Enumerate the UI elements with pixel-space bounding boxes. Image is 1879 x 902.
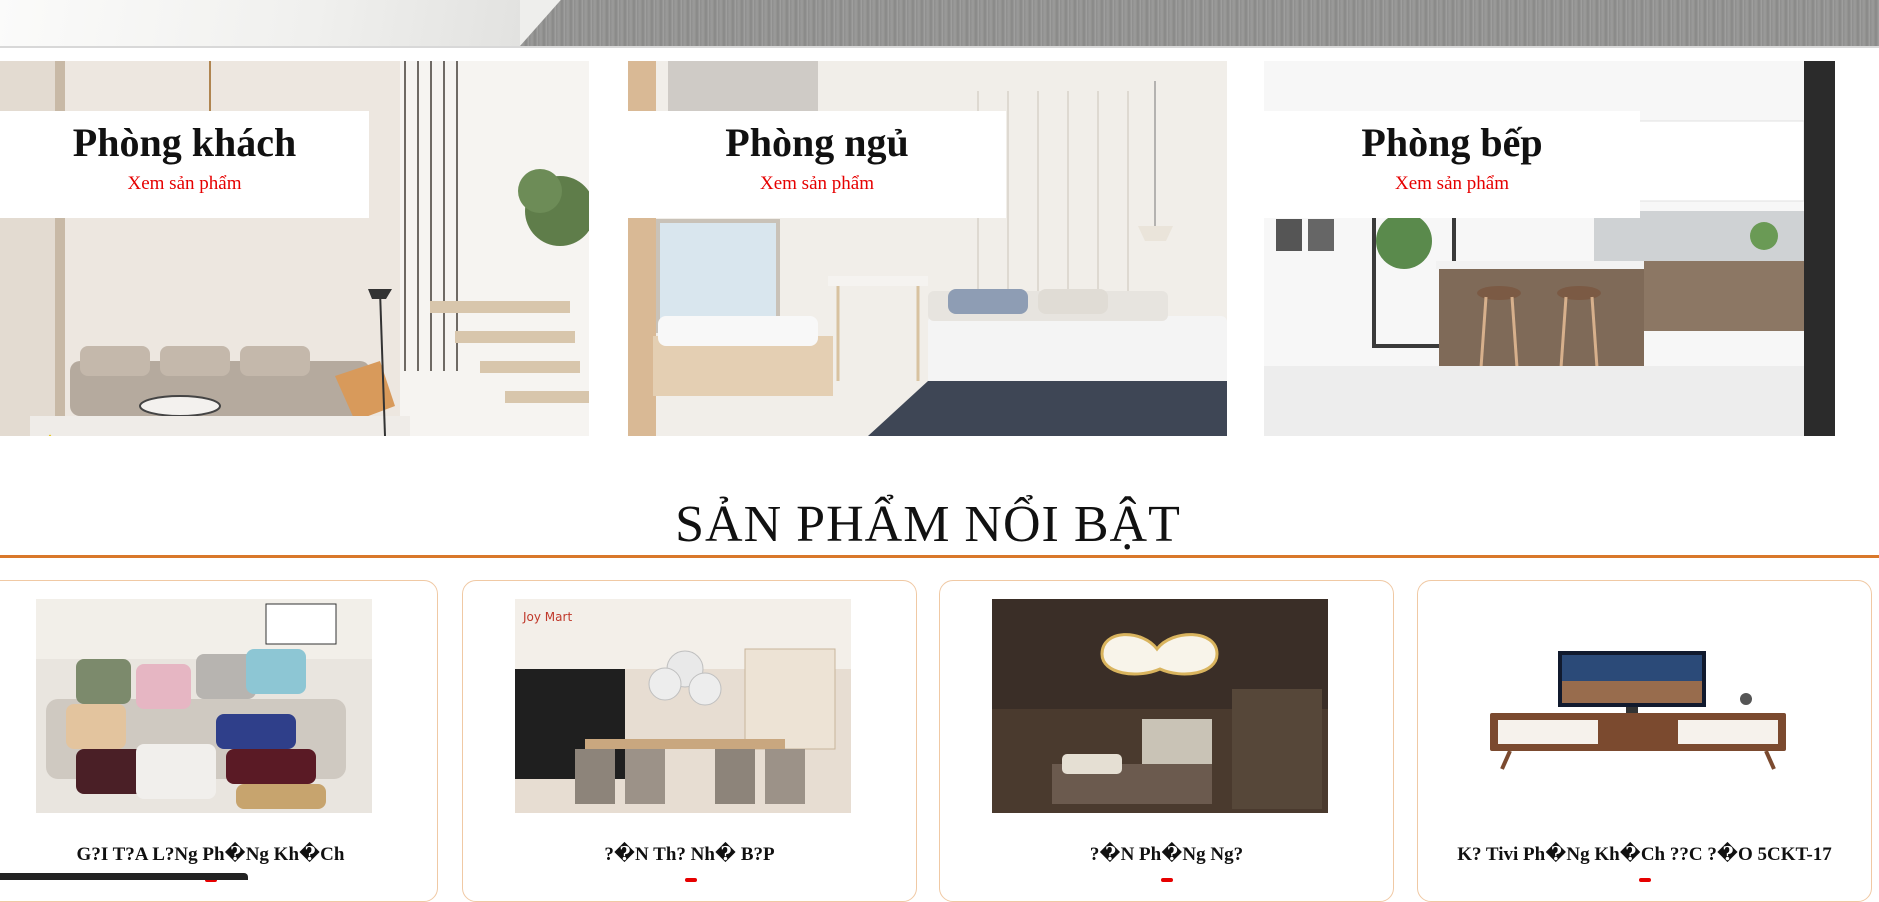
category-card-kitchen[interactable]: Phòng bếp Xem sản phẩm <box>1264 61 1835 436</box>
view-products-link[interactable]: Xem sản phẩm <box>1264 173 1640 195</box>
view-products-link[interactable]: Xem sản phẩm <box>628 173 1006 195</box>
product-image-dining-light[interactable]: Joy Mart <box>515 599 851 813</box>
category-card-living-room[interactable]: Phòng khách Xem sản phẩm <box>0 61 589 436</box>
product-image-cushions[interactable] <box>36 599 372 813</box>
svg-text:Joy Mart: Joy Mart <box>522 610 572 624</box>
hero-banner-bottom <box>0 0 1879 48</box>
category-card-bedroom[interactable]: Phòng ngủ Xem sản phẩm <box>628 61 1227 436</box>
product-card[interactable]: K? Tivi Ph�Ng Kh�Ch ??C ?�O 5CKT-17 <box>1417 580 1872 902</box>
category-overlay: Phòng ngủ Xem sản phẩm <box>628 111 1006 218</box>
featured-products-heading: SẢN PHẨM NỔI BẬT <box>675 496 1181 553</box>
product-name[interactable]: G?I T?A L?Ng Ph�Ng Kh�Ch <box>0 843 437 866</box>
category-title: Phòng khách <box>72 120 297 165</box>
view-products-link[interactable]: Xem sản phẩm <box>0 173 369 195</box>
category-overlay: Phòng khách Xem sản phẩm <box>0 111 369 218</box>
product-card[interactable]: ?�N Ph�Ng Ng? <box>939 580 1394 902</box>
product-name[interactable]: ?�N Th? Nh� B?P <box>463 843 916 866</box>
category-title: Phòng bếp <box>1361 120 1543 165</box>
price-indicator <box>685 878 697 882</box>
hero-marble-floor <box>0 0 520 46</box>
horizontal-scrollbar[interactable] <box>0 873 248 880</box>
price-indicator <box>1639 878 1651 882</box>
hero-rug <box>520 0 1879 46</box>
category-overlay: Phòng bếp Xem sản phẩm <box>1264 111 1640 218</box>
product-image-tv-stand[interactable] <box>1470 599 1806 813</box>
product-card[interactable]: Joy Mart ?�N Th? Nh� B?P <box>462 580 917 902</box>
product-name[interactable]: K? Tivi Ph�Ng Kh�Ch ??C ?�O 5CKT-17 <box>1418 843 1871 866</box>
product-image-ceiling-light[interactable] <box>992 599 1328 813</box>
price-indicator <box>1161 878 1173 882</box>
product-card[interactable]: G?I T?A L?Ng Ph�Ng Kh�Ch <box>0 580 438 902</box>
section-divider <box>0 555 1879 558</box>
product-name[interactable]: ?�N Ph�Ng Ng? <box>940 843 1393 866</box>
category-title: Phòng ngủ <box>725 120 909 165</box>
